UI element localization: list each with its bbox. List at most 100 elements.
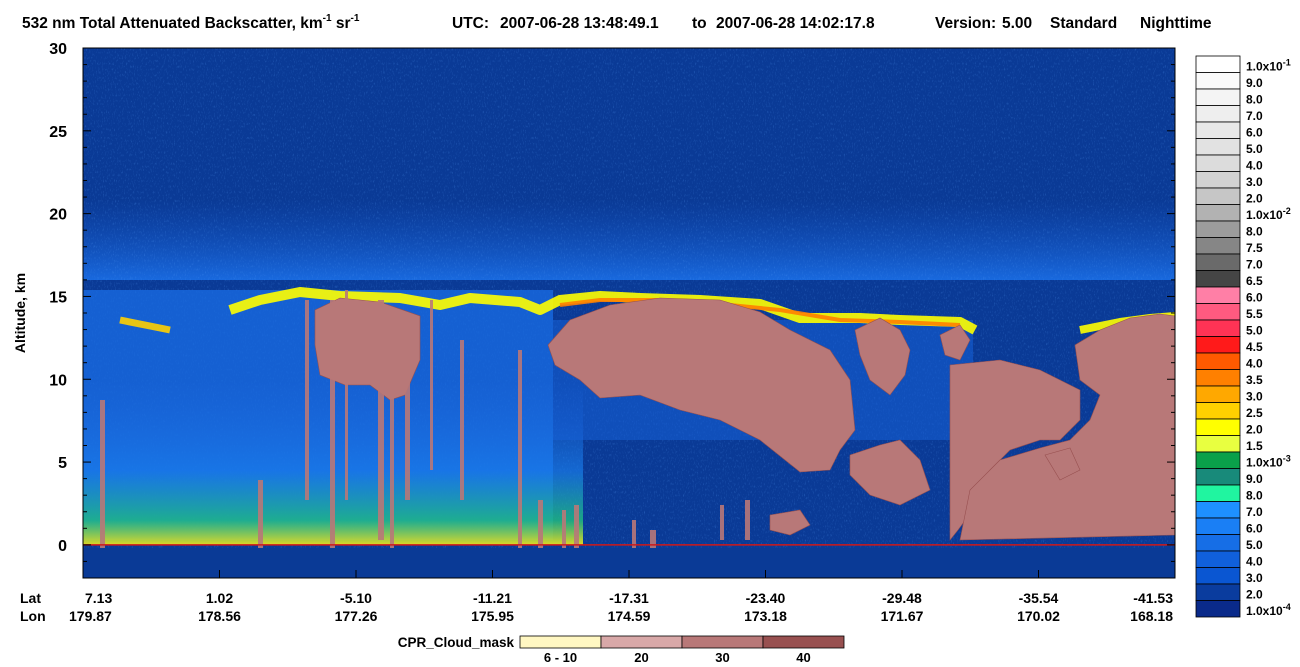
y-tick-label: 10 <box>49 372 67 389</box>
x-tick-label-lon: 168.18 <box>1130 608 1173 624</box>
colorbar-swatch <box>1195 369 1241 387</box>
cpr-precip-column <box>538 500 543 548</box>
cpr-precip-column <box>720 505 724 540</box>
version-value: 5.00 <box>1002 15 1032 32</box>
colorbar-label: 8.0 <box>1246 489 1263 503</box>
cpr-precip-column <box>562 510 566 548</box>
colorbar-swatch <box>1195 105 1241 123</box>
colorbar-swatch <box>1195 352 1241 370</box>
colorbar-label: 2.0 <box>1246 423 1263 437</box>
x-tick-label-lat: 1.02 <box>206 590 233 606</box>
colorbar-label: 7.0 <box>1246 109 1263 123</box>
cpr-precip-column <box>330 300 335 548</box>
colorbar-swatch <box>1195 121 1241 139</box>
utc-start: 2007-06-28 13:48:49.1 <box>500 15 659 32</box>
cpr-precip-column <box>745 500 750 540</box>
colorbar-label: 8.0 <box>1246 225 1263 239</box>
x-tick-label-lon: 174.59 <box>608 608 651 624</box>
x-tick-label-lat: -23.40 <box>746 590 786 606</box>
colorbar-label: 3.0 <box>1246 175 1263 189</box>
colorbar-label: 3.5 <box>1246 373 1263 387</box>
colorbar-label: 9.0 <box>1246 76 1263 90</box>
y-tick-label: 5 <box>58 455 67 472</box>
cpr-legend-label: 20 <box>634 650 648 665</box>
colorbar-label: 6.0 <box>1246 291 1263 305</box>
colorbar-label: 8.0 <box>1246 93 1263 107</box>
x-tick-label-lon: 179.87 <box>69 608 112 624</box>
colorbar-swatch <box>1195 138 1241 156</box>
colorbar-swatch <box>1195 72 1241 90</box>
colorbar-swatch <box>1195 550 1241 568</box>
colorbar-label: 2.0 <box>1246 192 1263 206</box>
colorbar-swatch <box>1195 402 1241 420</box>
x-tick-label-lon: 175.95 <box>471 608 514 624</box>
x-tick-label-lat: -29.48 <box>882 590 922 606</box>
cpr-precip-column <box>405 330 410 500</box>
cpr-precip-column <box>345 290 348 500</box>
colorbar-swatch <box>1195 418 1241 436</box>
x-tick-label-lat: -5.10 <box>340 590 372 606</box>
utc-label: UTC: <box>452 15 489 32</box>
chart: 532 nm Total Attenuated Backscatter, km-… <box>12 13 1291 665</box>
cpr-precip-column <box>100 400 105 548</box>
colorbar-swatch <box>1195 204 1241 222</box>
colorbar-swatch <box>1195 171 1241 189</box>
colorbar-swatch <box>1195 220 1241 238</box>
colorbar-swatch <box>1195 583 1241 601</box>
colorbar-label: 5.0 <box>1246 324 1263 338</box>
cpr-precip-column <box>632 520 636 548</box>
y-tick-label: 20 <box>49 207 67 224</box>
colorbar-swatch <box>1195 435 1241 453</box>
time-of-day-label: Nighttime <box>1140 15 1212 32</box>
colorbar-swatch <box>1195 517 1241 535</box>
cpr-legend-label: 30 <box>715 650 729 665</box>
colorbar-label: 4.0 <box>1246 555 1263 569</box>
colorbar-swatch <box>1195 451 1241 469</box>
cpr-legend-swatch <box>762 635 845 649</box>
colorbar-swatch <box>1195 385 1241 403</box>
cpr-legend-label: 40 <box>796 650 810 665</box>
colorbar-label: 7.0 <box>1246 505 1263 519</box>
colorbar-swatch <box>1195 237 1241 255</box>
y-tick-label: 30 <box>49 41 67 58</box>
colorbar-label: 1.0x10-3 <box>1246 454 1291 470</box>
cpr-legend-swatch <box>519 635 602 649</box>
colorbar-label: 6.0 <box>1246 522 1263 536</box>
y-tick-label: 25 <box>49 124 67 141</box>
x-tick-label-lat: -41.53 <box>1133 590 1173 606</box>
mode-label: Standard <box>1050 15 1117 32</box>
x-row-label-lon: Lon <box>20 608 46 624</box>
x-tick-label-lon: 170.02 <box>1017 608 1060 624</box>
colorbar-swatch <box>1195 55 1241 73</box>
colorbar-label: 2.0 <box>1246 588 1263 602</box>
colorbar-label: 6.0 <box>1246 126 1263 140</box>
cpr-precip-column <box>460 340 464 500</box>
cpr-precip-column <box>378 300 384 540</box>
cpr-precip-column <box>390 320 394 548</box>
colorbar-swatch <box>1195 187 1241 205</box>
colorbar-swatch <box>1195 600 1241 618</box>
chart-title: 532 nm Total Attenuated Backscatter, km-… <box>22 13 360 32</box>
utc-end: 2007-06-28 14:02:17.8 <box>716 15 875 32</box>
cpr-precip-column <box>574 505 579 548</box>
colorbar-label: 4.0 <box>1246 159 1263 173</box>
colorbar-label: 1.0x10-4 <box>1246 602 1291 618</box>
colorbar-label: 3.0 <box>1246 571 1263 585</box>
colorbar-label: 2.5 <box>1246 406 1263 420</box>
colorbar-swatch <box>1195 336 1241 354</box>
colorbar-label: 4.0 <box>1246 357 1263 371</box>
y-axis-label: Altitude, km <box>12 273 28 353</box>
x-row-label-lat: Lat <box>20 590 41 606</box>
colorbar-swatch <box>1195 567 1241 585</box>
cpr-precip-column <box>518 350 522 548</box>
colorbar-swatch <box>1195 88 1241 106</box>
colorbar-label: 7.0 <box>1246 258 1263 272</box>
utc-to: to <box>692 15 707 32</box>
colorbar-label: 1.0x10-1 <box>1246 58 1291 74</box>
colorbar-label: 1.5 <box>1246 439 1263 453</box>
colorbar-swatch <box>1195 319 1241 337</box>
cpr-legend-title: CPR_Cloud_mask <box>398 635 515 650</box>
x-tick-label-lon: 173.18 <box>744 608 787 624</box>
colorbar-label: 6.5 <box>1246 274 1263 288</box>
cpr-cloud-mask-legend: CPR_Cloud_mask 6 - 10 20 30 40 <box>398 635 845 665</box>
